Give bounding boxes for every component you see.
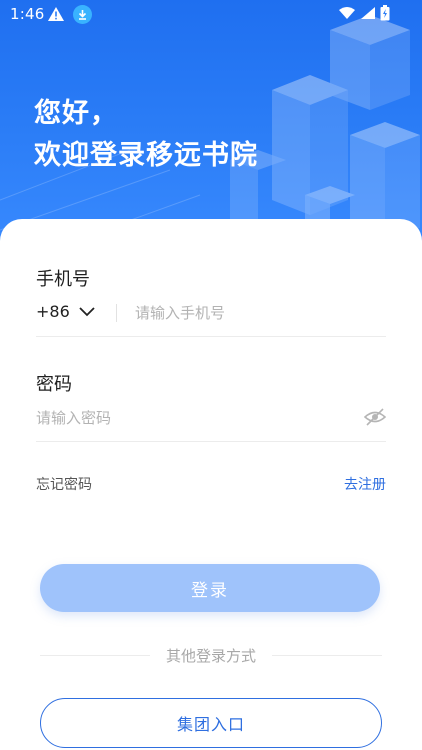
phone-input[interactable] [135, 301, 375, 325]
greeting-line-1: 您好， [34, 98, 118, 129]
battery-icon [380, 5, 390, 21]
password-label: 密码 [36, 374, 72, 395]
status-icons [338, 5, 390, 21]
chevron-down-icon[interactable] [78, 306, 96, 318]
forgot-password-link[interactable]: 忘记密码 [36, 474, 92, 494]
other-login-label-wrap: 其他登录方式 [40, 645, 382, 666]
other-login-label: 其他登录方式 [157, 647, 264, 665]
greeting-line-2: 欢迎登录移远书院 [34, 140, 258, 171]
phone-field-row: +86 [36, 298, 386, 337]
other-login-methods: 其他登录方式 [40, 645, 382, 665]
country-code-selector[interactable]: +86 [36, 302, 70, 321]
signal-icon [361, 7, 375, 19]
password-input[interactable] [36, 406, 336, 430]
download-notification-icon [73, 5, 92, 24]
wifi-icon [339, 7, 355, 19]
password-field-row [36, 403, 386, 442]
status-time: 1:46 [10, 5, 45, 23]
group-entry-button[interactable]: 集团入口 [40, 698, 382, 748]
field-divider [116, 304, 117, 322]
welcome-greeting: 您好， 欢迎登录移远书院 [34, 93, 258, 177]
eye-hidden-icon[interactable] [364, 407, 386, 427]
status-bar: 1:46 [0, 0, 422, 30]
register-link[interactable]: 去注册 [344, 474, 386, 494]
login-button[interactable]: 登录 [40, 564, 380, 612]
warning-icon [48, 7, 64, 21]
phone-label: 手机号 [36, 269, 90, 290]
